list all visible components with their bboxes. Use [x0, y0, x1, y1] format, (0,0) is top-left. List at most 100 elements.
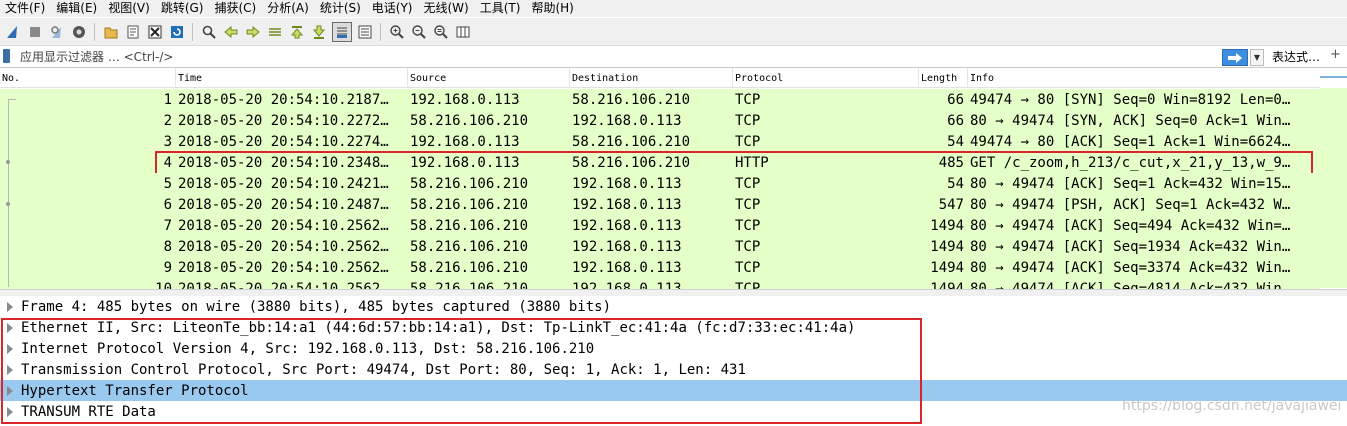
packet-source: 192.168.0.113 [410, 92, 520, 108]
main-toolbar [0, 18, 1347, 46]
zoom-in-icon[interactable] [388, 22, 406, 42]
column-header-no[interactable]: No. [0, 68, 176, 87]
packet-source: 58.216.106.210 [410, 197, 529, 213]
packet-row[interactable]: 3 2018-05-20 20:54:10.2274… 192.168.0.113 5… [0, 131, 1320, 152]
packet-protocol: TCP [735, 218, 761, 234]
column-header-info[interactable]: Info [968, 68, 1320, 87]
packet-time: 2018-05-20 20:54:10.2562… [178, 281, 389, 289]
detail-tree-item[interactable]: Transmission Control Protocol, Src Port:… [0, 359, 1347, 380]
apply-filter-button[interactable] [1222, 49, 1248, 66]
packet-source: 58.216.106.210 [410, 281, 529, 289]
menu-go[interactable]: 跳转(G) [156, 0, 210, 17]
expand-arrow-icon[interactable] [7, 407, 13, 417]
packet-row-selected[interactable]: 4 2018-05-20 20:54:10.2348… 192.168.0.113 5… [0, 152, 1320, 173]
arrow-right-icon [1228, 52, 1242, 63]
column-header-protocol[interactable]: Protocol [733, 68, 919, 87]
menu-analyze[interactable]: 分析(A) [262, 0, 315, 17]
packet-row[interactable]: 10 2018-05-20 20:54:10.2562… 58.216.106.21… [0, 278, 1320, 289]
menu-help[interactable]: 帮助(H) [526, 0, 579, 17]
menu-wireless[interactable]: 无线(W) [419, 0, 475, 17]
detail-tree-item[interactable]: Frame 4: 485 bytes on wire (3880 bits), … [0, 296, 1347, 317]
menu-telephony[interactable]: 电话(Y) [367, 0, 419, 17]
menu-tools[interactable]: 工具(T) [475, 0, 527, 17]
column-header-time[interactable]: Time [176, 68, 408, 87]
capture-options-icon[interactable] [70, 22, 88, 42]
packet-info: 80 → 49474 [SYN, ACK] Seq=0 Ack=1 Win… [970, 113, 1291, 129]
packet-protocol: HTTP [735, 155, 769, 171]
save-file-icon[interactable] [124, 22, 142, 42]
packet-row[interactable]: 9 2018-05-20 20:54:10.2562… 58.216.106.210… [0, 257, 1320, 278]
packet-time: 2018-05-20 20:54:10.2272… [178, 113, 389, 129]
detail-tree-label: TRANSUM RTE Data [21, 404, 156, 420]
conversation-tree-line [8, 99, 9, 287]
packet-protocol: TCP [735, 92, 761, 108]
packet-row[interactable]: 5 2018-05-20 20:54:10.2421… 58.216.106.210… [0, 173, 1320, 194]
restart-shark-icon[interactable] [48, 22, 66, 42]
detail-tree-item[interactable]: Ethernet II, Src: LiteonTe_bb:14:a1 (44:… [0, 317, 1347, 338]
packet-info: 80 → 49474 [ACK] Seq=1934 Ack=432 Win… [970, 239, 1291, 255]
zoom-normal-icon[interactable] [432, 22, 450, 42]
forward-arrow-icon[interactable] [244, 22, 262, 42]
shark-fin-start-icon[interactable] [4, 22, 22, 42]
packet-row[interactable]: 7 2018-05-20 20:54:10.2562… 58.216.106.210… [0, 215, 1320, 236]
expand-arrow-icon[interactable] [7, 386, 13, 396]
packet-map-scrollbar[interactable] [1320, 68, 1347, 289]
packet-source: 58.216.106.210 [410, 218, 529, 234]
packet-info: 80 → 49474 [ACK] Seq=494 Ack=432 Win=… [970, 218, 1291, 234]
packet-length: 1494 [930, 260, 964, 276]
packet-time: 2018-05-20 20:54:10.2348… [178, 155, 389, 171]
packet-destination: 58.216.106.210 [572, 134, 691, 150]
menu-file[interactable]: 文件(F) [0, 0, 51, 17]
column-header-source[interactable]: Source [408, 68, 570, 87]
resize-columns-icon[interactable] [454, 22, 472, 42]
filter-history-dropdown[interactable]: ▼ [1250, 49, 1264, 66]
detail-tree-item[interactable]: Internet Protocol Version 4, Src: 192.16… [0, 338, 1347, 359]
menu-edit[interactable]: 编辑(E) [51, 0, 103, 17]
go-to-packet-icon[interactable] [266, 22, 284, 42]
reload-icon[interactable] [168, 22, 186, 42]
find-magnifier-icon[interactable] [200, 22, 218, 42]
expressions-button[interactable]: 表达式… [1272, 48, 1320, 65]
autoscroll-icon[interactable] [332, 21, 352, 42]
packet-length: 1494 [930, 239, 964, 255]
packet-time: 2018-05-20 20:54:10.2562… [178, 239, 389, 255]
zoom-out-icon[interactable] [410, 22, 428, 42]
packet-no: 10 [155, 281, 172, 289]
column-header-length[interactable]: Length [919, 68, 968, 87]
colorize-icon[interactable] [356, 22, 374, 42]
last-packet-icon[interactable] [310, 22, 328, 42]
packet-row[interactable]: 1 2018-05-20 20:54:10.2187… 192.168.0.113 5… [0, 89, 1320, 110]
display-filter-input[interactable]: 应用显示过滤器 … <Ctrl-/> [20, 48, 173, 65]
packet-row[interactable]: 2 2018-05-20 20:54:10.2272… 58.216.106.210… [0, 110, 1320, 131]
open-folder-icon[interactable] [102, 22, 120, 42]
expand-arrow-icon[interactable] [7, 344, 13, 354]
stop-square-icon[interactable] [26, 22, 44, 42]
packet-protocol: TCP [735, 281, 761, 289]
bookmark-icon[interactable] [3, 49, 10, 63]
close-file-icon[interactable] [146, 22, 164, 42]
packet-row[interactable]: 6 2018-05-20 20:54:10.2487… 58.216.106.210… [0, 194, 1320, 215]
expand-arrow-icon[interactable] [7, 365, 13, 375]
packet-destination: 192.168.0.113 [572, 239, 682, 255]
packet-info: 49474 → 80 [ACK] Seq=1 Ack=1 Win=6624… [970, 134, 1291, 150]
packet-list[interactable]: 1 2018-05-20 20:54:10.2187… 192.168.0.113 5… [0, 88, 1320, 289]
menu-view[interactable]: 视图(V) [103, 0, 156, 17]
packet-time: 2018-05-20 20:54:10.2421… [178, 176, 389, 192]
packet-no: 4 [163, 155, 172, 171]
menu-statistics[interactable]: 统计(S) [315, 0, 367, 17]
menu-capture[interactable]: 捕获(C) [209, 0, 262, 17]
packet-row[interactable]: 8 2018-05-20 20:54:10.2562… 58.216.106.210… [0, 236, 1320, 257]
column-header-destination[interactable]: Destination [570, 68, 733, 87]
first-packet-icon[interactable] [288, 22, 306, 42]
packet-time: 2018-05-20 20:54:10.2187… [178, 92, 389, 108]
expand-arrow-icon[interactable] [7, 323, 13, 333]
packet-info: 80 → 49474 [ACK] Seq=3374 Ack=432 Win… [970, 260, 1291, 276]
back-arrow-icon[interactable] [222, 22, 240, 42]
packet-time: 2018-05-20 20:54:10.2487… [178, 197, 389, 213]
add-filter-button[interactable]: + [1330, 47, 1341, 62]
packet-time: 2018-05-20 20:54:10.2562… [178, 260, 389, 276]
packet-length: 54 [947, 176, 964, 192]
packet-info: GET /c_zoom,h_213/c_cut,x_21,y_13,w_9… [970, 155, 1291, 171]
packet-source: 58.216.106.210 [410, 113, 529, 129]
expand-arrow-icon[interactable] [7, 302, 13, 312]
